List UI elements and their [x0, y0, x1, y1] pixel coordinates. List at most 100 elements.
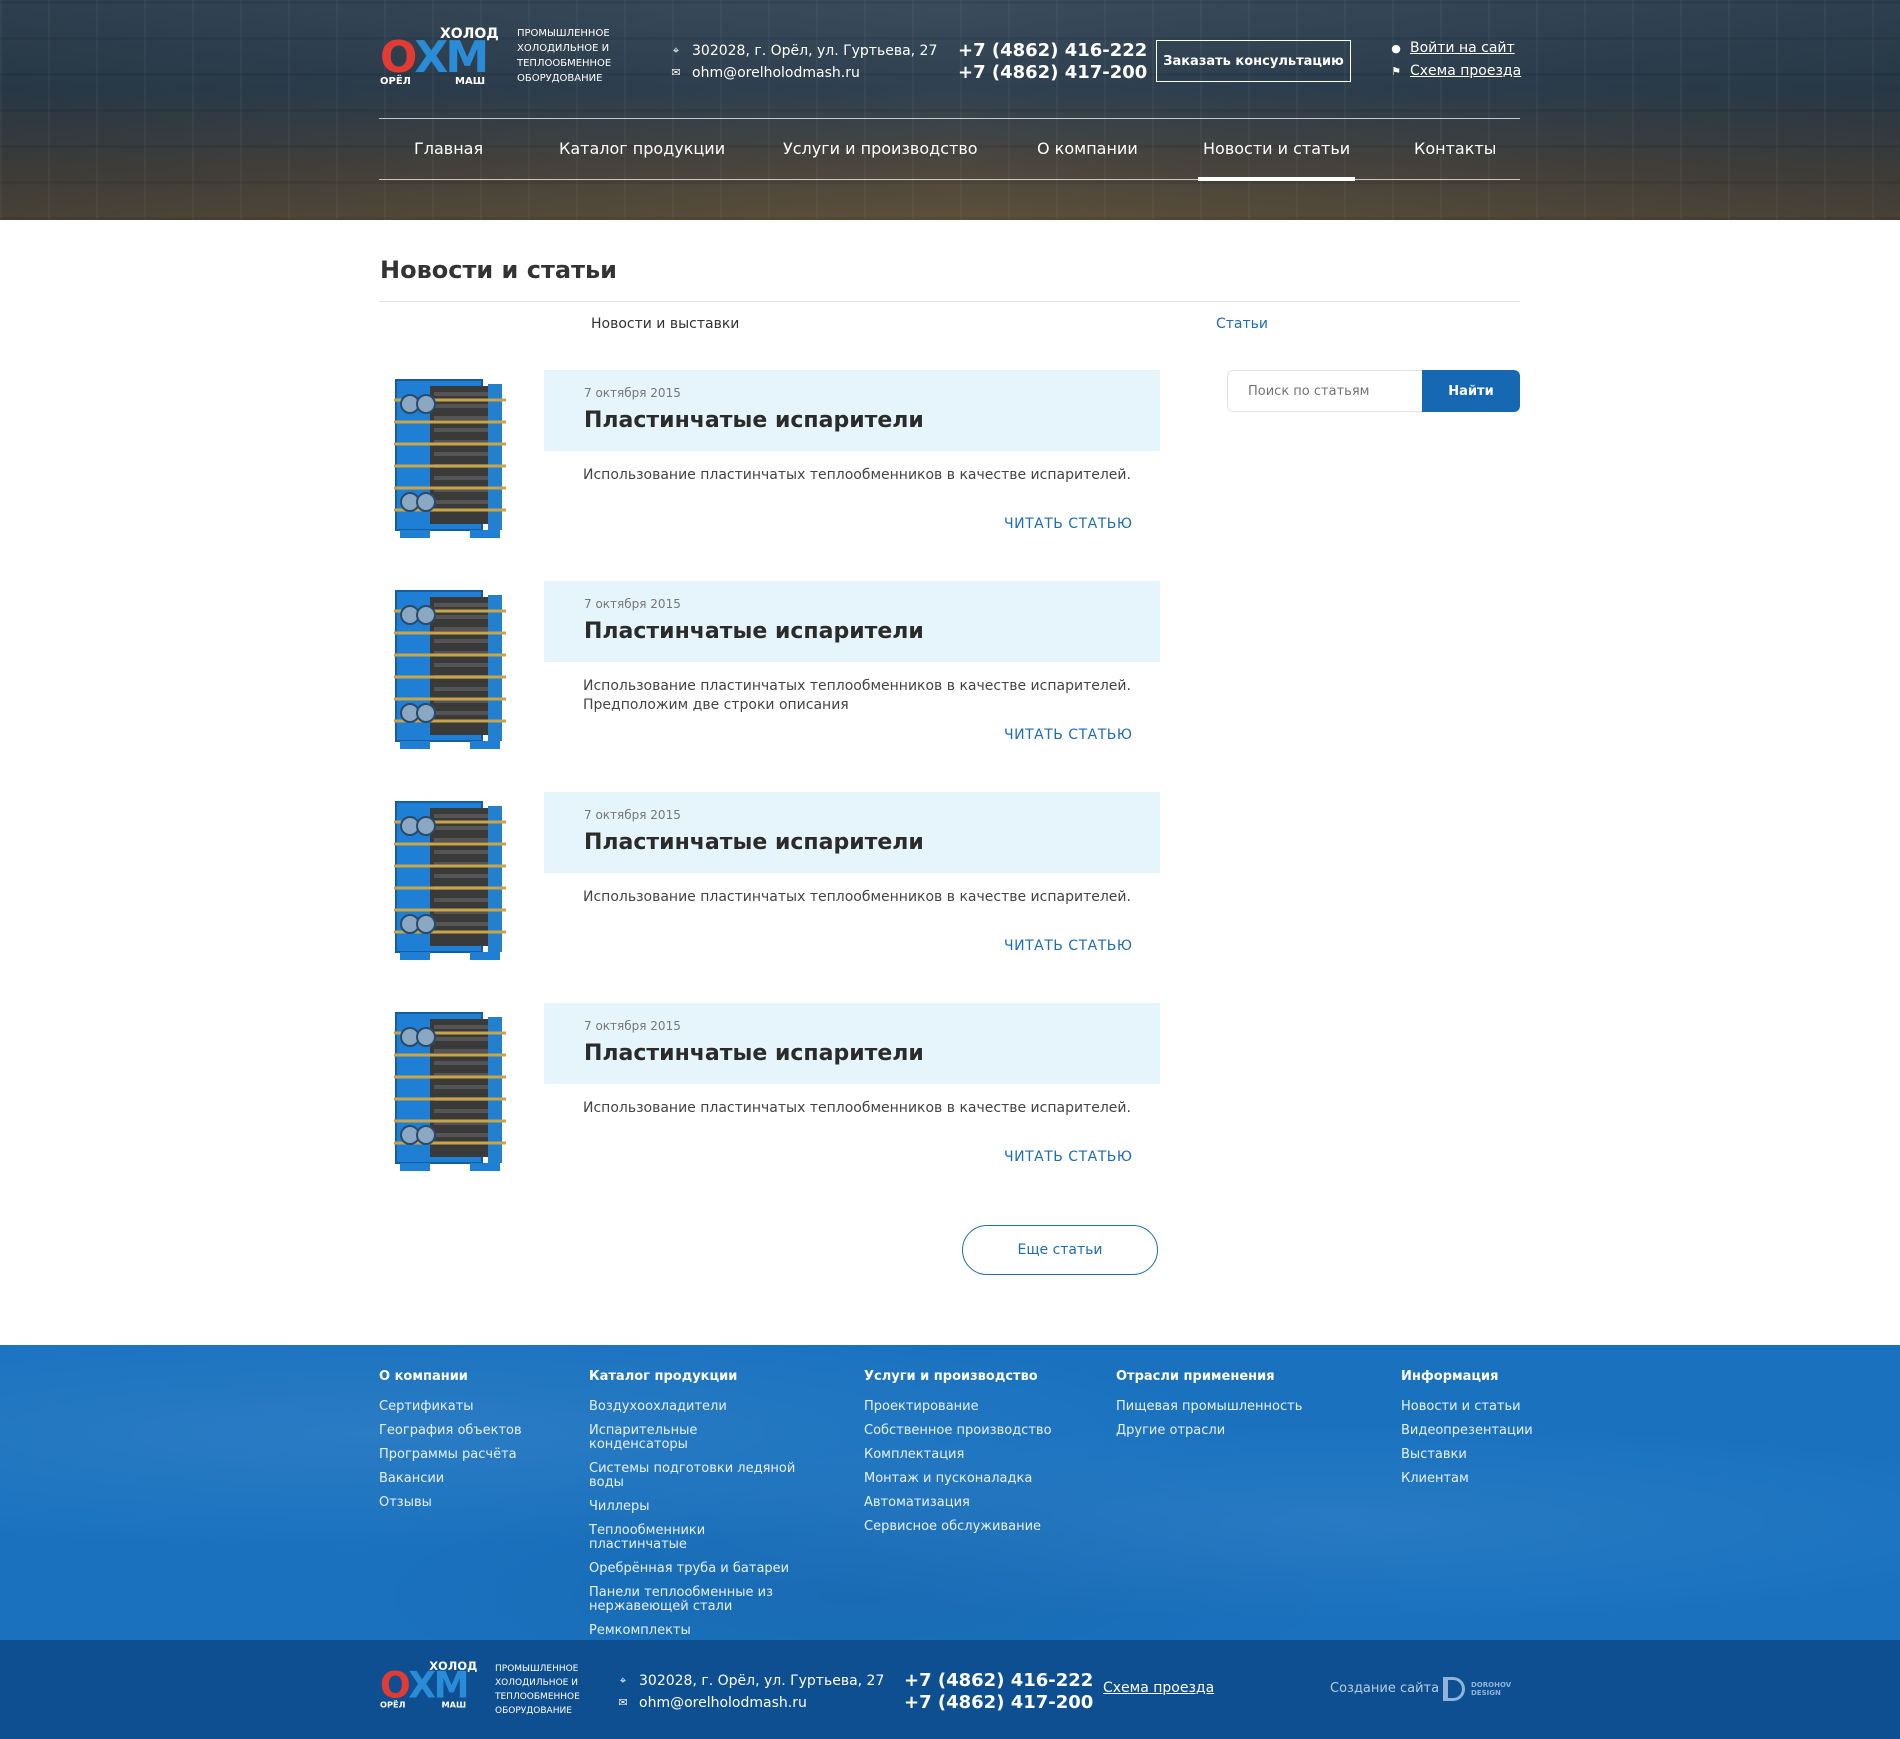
- footer-link[interactable]: Испарительные конденсаторы: [589, 1424, 799, 1452]
- logo-mark: ОХМ ХОЛОД ОРЁЛ МАШ: [380, 26, 499, 87]
- footer-link[interactable]: Программы расчёта: [379, 1448, 589, 1462]
- footer-column-title: Отрасли применения: [1116, 1369, 1275, 1384]
- footer-scheme-link[interactable]: Схема проезда: [1103, 1680, 1214, 1696]
- studio-logo-icon: [1443, 1677, 1465, 1701]
- footer-link[interactable]: Панели теплообменные из нержавеющей стал…: [589, 1586, 799, 1614]
- footer-phone-2[interactable]: +7 (4862) 417-200: [904, 1692, 1093, 1714]
- scheme-link[interactable]: Схема проезда: [1410, 60, 1521, 83]
- article-header: 7 октября 2015 Пластинчатые испарители: [544, 370, 1160, 451]
- envelope-icon: ✉: [618, 1696, 628, 1709]
- footer-link[interactable]: Собственное производство: [864, 1424, 1074, 1438]
- footer-link[interactable]: Ремкомплекты: [589, 1624, 799, 1638]
- title-divider: [380, 301, 1520, 302]
- site-footer: О компании Сертификаты География объекто…: [0, 1345, 1900, 1640]
- route-icon: ⚑: [1391, 64, 1401, 78]
- map-pin-icon: ⌖: [672, 44, 680, 57]
- article-description: Использование пластинчатых теплообменник…: [583, 678, 1131, 713]
- footer-link[interactable]: Оребрённая труба и батареи: [589, 1562, 799, 1576]
- site-credit-text: Создание сайта: [1330, 1681, 1440, 1696]
- footer-link[interactable]: Проектирование: [864, 1400, 1074, 1414]
- article-description: Использование пластинчатых теплообменник…: [583, 1100, 1131, 1116]
- main-nav: Главная Каталог продукции Услуги и произ…: [379, 118, 1520, 181]
- more-articles-button[interactable]: Еще статьи: [962, 1225, 1158, 1275]
- header-contacts: ⌖ 302028, г. Орёл, ул. Гуртьева, 27 ✉ ohm@…: [670, 40, 937, 84]
- footer-link[interactable]: Вакансии: [379, 1472, 589, 1486]
- footer-link[interactable]: Монтаж и пусконаладка: [864, 1472, 1074, 1486]
- footer-link[interactable]: Пищевая промышленность: [1116, 1400, 1326, 1414]
- page-title: Новости и статьи: [380, 256, 617, 284]
- footer-column-information: Информация Новости и статьи Видеопрезент…: [1401, 1369, 1561, 1496]
- heat-exchanger-image: [394, 590, 506, 749]
- read-article-link[interactable]: ЧИТАТЬ СТАТЬЮ: [1004, 1149, 1132, 1165]
- footer-logo[interactable]: ОХМ ХОЛОД ОРЁЛ МАШ ПРОМЫШЛЕННОЕ ХОЛОДИЛЬ…: [380, 1660, 595, 1720]
- article-date: 7 октября 2015: [584, 1019, 681, 1033]
- footer-column-industries: Отрасли применения Пищевая промышленност…: [1116, 1369, 1326, 1448]
- site-logo[interactable]: ОХМ ХОЛОД ОРЁЛ МАШ ПРОМЫШЛЕННОЕ ХОЛОДИЛЬ…: [380, 26, 617, 87]
- header-phone-2[interactable]: +7 (4862) 417-200: [958, 62, 1147, 84]
- article-search-input[interactable]: [1227, 370, 1422, 412]
- footer-link[interactable]: Комплектация: [864, 1448, 1074, 1462]
- article-title[interactable]: Пластинчатые испарители: [584, 619, 924, 644]
- read-article-link[interactable]: ЧИТАТЬ СТАТЬЮ: [1004, 938, 1132, 954]
- article-card: 7 октября 2015 Пластинчатые испарители И…: [380, 792, 1160, 992]
- article-title[interactable]: Пластинчатые испарители: [584, 408, 924, 433]
- footer-link[interactable]: География объектов: [379, 1424, 589, 1438]
- footer-email[interactable]: ohm@orelholodmash.ru: [639, 1692, 807, 1714]
- footer-column-title: О компании: [379, 1369, 468, 1384]
- logo-tagline: ПРОМЫШЛЕННОЕ ХОЛОДИЛЬНОЕ И ТЕПЛООБМЕННОЕ…: [495, 1664, 580, 1716]
- footer-link[interactable]: Сертификаты: [379, 1400, 589, 1414]
- heat-exchanger-image: [394, 1012, 506, 1171]
- nav-contacts[interactable]: Контакты: [1414, 119, 1496, 179]
- nav-services[interactable]: Услуги и производство: [783, 119, 978, 179]
- footer-link[interactable]: Видеопрезентации: [1401, 1424, 1561, 1438]
- footer-link[interactable]: Чиллеры: [589, 1500, 799, 1514]
- search-button[interactable]: Найти: [1422, 370, 1520, 412]
- article-description: Использование пластинчатых теплообменник…: [583, 467, 1131, 483]
- footer-column-title: Услуги и производство: [864, 1369, 1038, 1384]
- header-user-links: ● Войти на сайт ⚑ Схема проезда: [1390, 37, 1521, 83]
- article-card: 7 октября 2015 Пластинчатые испарители И…: [380, 581, 1160, 781]
- article-date: 7 октября 2015: [584, 597, 681, 611]
- article-header: 7 октября 2015 Пластинчатые испарители: [544, 581, 1160, 662]
- footer-phone-1[interactable]: +7 (4862) 416-222: [904, 1670, 1093, 1692]
- footer-column-title: Информация: [1401, 1369, 1499, 1384]
- studio-logo[interactable]: DOROHOV DESIGN: [1443, 1677, 1511, 1701]
- header-email[interactable]: ohm@orelholodmash.ru: [692, 62, 860, 84]
- heat-exchanger-image: [394, 801, 506, 960]
- footer-link[interactable]: Теплообменники пластинчатые: [589, 1524, 799, 1552]
- footer-link[interactable]: Сервисное обслуживание: [864, 1520, 1074, 1534]
- footer-column-catalog: Каталог продукции Воздухоохладители Испа…: [589, 1369, 799, 1640]
- tab-news-exhibitions[interactable]: Новости и выставки: [591, 316, 739, 332]
- read-article-link[interactable]: ЧИТАТЬ СТАТЬЮ: [1004, 516, 1132, 532]
- heat-exchanger-image: [394, 379, 506, 538]
- footer-column-company: О компании Сертификаты География объекто…: [379, 1369, 589, 1520]
- map-pin-icon: ⌖: [619, 1674, 627, 1687]
- footer-link[interactable]: Системы подготовки ледяной воды: [589, 1462, 799, 1490]
- footer-link[interactable]: Автоматизация: [864, 1496, 1074, 1510]
- footer-phones: +7 (4862) 416-222 +7 (4862) 417-200: [904, 1670, 1093, 1714]
- footer-link[interactable]: Новости и статьи: [1401, 1400, 1561, 1414]
- consultation-button[interactable]: Заказать консультацию: [1156, 40, 1351, 82]
- article-title[interactable]: Пластинчатые испарители: [584, 830, 924, 855]
- nav-about[interactable]: О компании: [1037, 119, 1138, 179]
- article-title[interactable]: Пластинчатые испарители: [584, 1041, 924, 1066]
- footer-column-services: Услуги и производство Проектирование Соб…: [864, 1369, 1074, 1544]
- envelope-icon: ✉: [671, 66, 681, 79]
- footer-link[interactable]: Воздухоохладители: [589, 1400, 799, 1414]
- nav-news[interactable]: Новости и статьи: [1197, 119, 1356, 181]
- tab-articles[interactable]: Статьи: [1216, 316, 1268, 332]
- footer-link[interactable]: Отзывы: [379, 1496, 589, 1510]
- nav-home[interactable]: Главная: [414, 119, 483, 179]
- article-header: 7 октября 2015 Пластинчатые испарители: [544, 1003, 1160, 1084]
- footer-link[interactable]: Другие отрасли: [1116, 1424, 1326, 1438]
- read-article-link[interactable]: ЧИТАТЬ СТАТЬЮ: [1004, 727, 1132, 743]
- header-phone-1[interactable]: +7 (4862) 416-222: [958, 40, 1147, 62]
- footer-contacts: ⌖ 302028, г. Орёл, ул. Гуртьева, 27 ✉ ohm@…: [617, 1670, 884, 1714]
- header-phones: +7 (4862) 416-222 +7 (4862) 417-200: [958, 40, 1147, 84]
- login-link[interactable]: Войти на сайт: [1410, 37, 1515, 60]
- user-icon: ●: [1391, 41, 1401, 55]
- footer-link[interactable]: Выставки: [1401, 1448, 1561, 1462]
- nav-catalog[interactable]: Каталог продукции: [559, 119, 725, 179]
- footer-link[interactable]: Клиентам: [1401, 1472, 1561, 1486]
- article-header: 7 октября 2015 Пластинчатые испарители: [544, 792, 1160, 873]
